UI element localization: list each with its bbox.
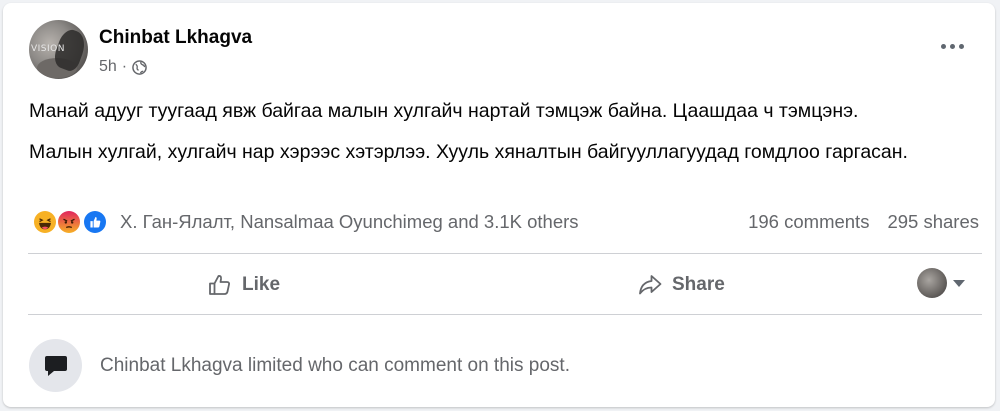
mini-avatar [917,268,947,298]
author-avatar[interactable]: VISION [29,20,88,79]
author-name[interactable]: Chinbat Lkhagva [99,27,252,49]
comments-count[interactable]: 196 comments [748,211,869,233]
dot-icon [949,43,955,49]
post-meta: 5h · [99,58,147,76]
post-card: VISION Chinbat Lkhagva 5h · Манай адууг … [3,3,995,407]
dot-icon [940,43,946,49]
like-button[interactable]: Like [206,267,280,303]
meta-separator: · [121,58,128,75]
comment-restriction-notice: Chinbat Lkhagva limited who can comment … [29,339,570,392]
angry-icon [56,209,82,235]
avatar-watermark: VISION [31,44,65,54]
share-button[interactable]: Share [636,267,725,303]
globe-icon[interactable] [132,59,147,75]
thumbs-up-icon [209,275,230,295]
comment-icon-circle [29,339,82,392]
chevron-down-icon [953,279,965,287]
comment-as-selector[interactable] [917,268,965,298]
reactions-summary[interactable]: Х. Ган-Ялалт, Nansalmaa Oyunchimeg and 3… [120,211,579,233]
share-label: Share [672,274,725,295]
limited-comment-text: Chinbat Lkhagva limited who can comment … [100,354,570,376]
engagement-counts: 196 comments 295 shares [748,211,979,233]
reactions-bar[interactable]: Х. Ган-Ялалт, Nansalmaa Oyunchimeg and 3… [32,209,579,235]
divider [28,253,982,254]
post-timestamp[interactable]: 5h [99,58,117,76]
comment-bubble-icon [44,355,67,376]
more-options-button[interactable] [939,40,965,52]
share-arrow-icon [639,275,662,295]
divider [28,314,982,315]
like-label: Like [242,274,281,295]
haha-icon [32,209,58,235]
post-text-paragraph: Малын хулгай, хулгайч нар хэрээс хэтэрлэ… [29,141,908,163]
like-icon [82,209,108,235]
dot-icon [958,43,964,49]
reaction-icons[interactable] [32,209,114,235]
post-text-paragraph: Манай адууг туугаад явж байгаа малын хул… [29,100,859,122]
shares-count[interactable]: 295 shares [887,211,979,233]
